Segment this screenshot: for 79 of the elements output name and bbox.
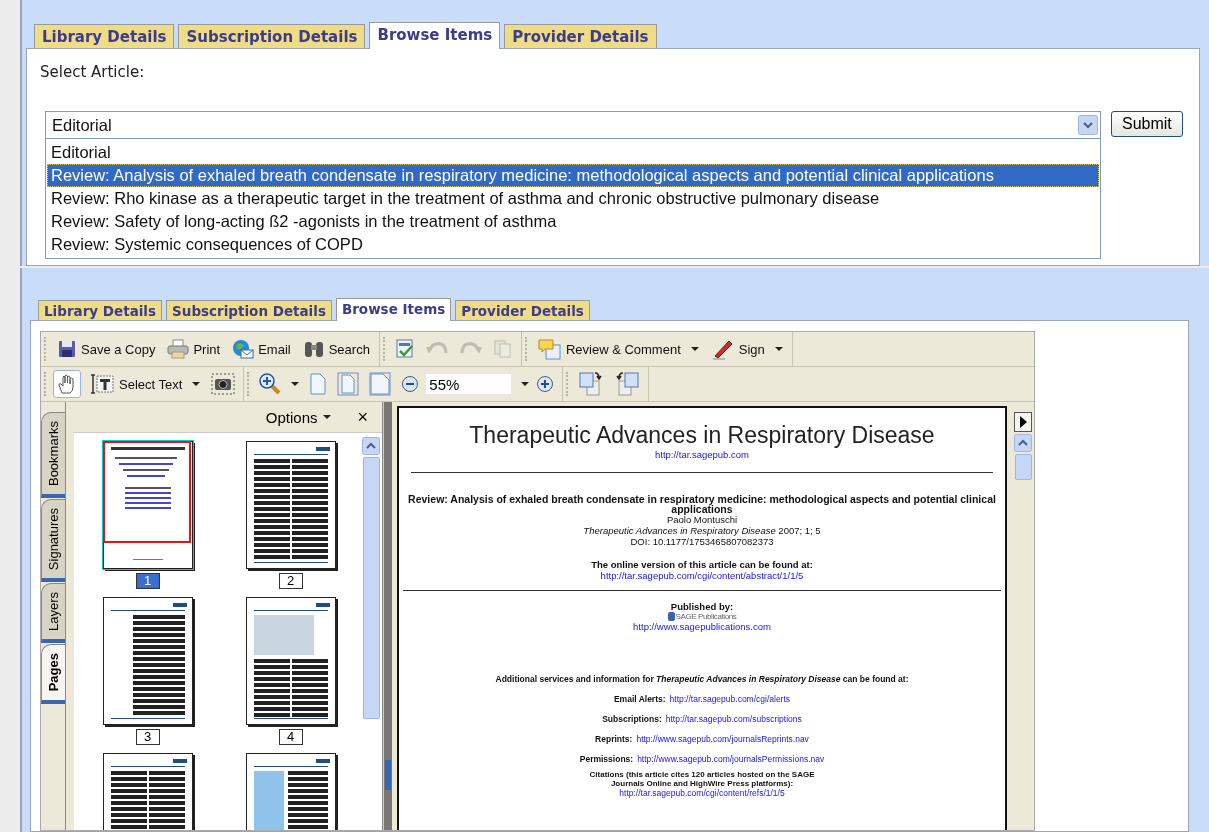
article-dropdown[interactable]: Editorial [45,111,1101,139]
citations-text: Citations (this article cites 120 articles hosted on the SAGE Journals Online and HighWire Press platforms): [588,770,816,788]
article-link[interactable]: http://tar.sagepub.com/cgi/content/abstract/1/1/5 [600,570,804,581]
tab[interactable]: Subscription Details [166,300,332,320]
search-button[interactable]: Search [298,336,374,362]
globe-envelope-icon [232,339,255,359]
side-tab[interactable]: Pages [41,644,65,704]
service-link[interactable]: http://www.sagepub.com/journalsPermissions.nav [637,754,825,764]
service-label: Permissions: [579,754,634,764]
caret-icon [291,382,300,386]
select-article-label: Select Article: [40,63,145,81]
page-thumbnail[interactable] [245,597,336,725]
scroll-up-icon[interactable] [1014,434,1032,452]
journal-link[interactable]: http://tar.sagepub.com [655,449,749,460]
email-button[interactable]: Email [228,336,295,362]
tab[interactable]: Provider Details [504,24,657,48]
right-arrow-button[interactable] [1014,412,1032,432]
side-tab[interactable]: Bookmarks [41,412,65,499]
scroll-thumb[interactable] [362,457,380,719]
citation-text: Therapeutic Advances in Respiratory Disease 2007; 1; 5 [583,525,821,536]
service-link[interactable]: http://tar.sagepub.com/subscriptions [665,714,802,724]
tab[interactable]: Library Details [38,300,163,320]
options-menu[interactable]: Options [265,408,332,426]
speech-bubble-icon [537,338,562,360]
magnifier-icon [259,373,282,395]
service-label: Email Alerts: [613,694,666,704]
dropdown-option[interactable]: Review: Rho kinase as a therapeutic target in the treatment of asthma and chronic obstructive pulmonary disease [47,187,1099,210]
page-number[interactable]: 4 [278,729,303,745]
dropdown-option[interactable]: Review: Safety of long-acting ß2 -agonists in the treatment of asthma [47,210,1099,233]
hand-tool-button[interactable] [53,370,81,398]
save-copy-button[interactable]: Save a Copy [53,336,160,362]
zoom-field[interactable]: 55% [426,374,512,394]
pen-icon [710,338,735,360]
dropdown-option[interactable]: Review: Systemic consequences of COPD [47,233,1099,256]
online-version-text: The online version of this article can be found at: [591,559,813,570]
page-thumbnail[interactable] [102,597,193,725]
published-by-text: Published by: [670,601,734,612]
scroll-up-icon[interactable] [362,437,380,455]
publisher-link[interactable]: http://www.sagepublications.com [633,621,771,632]
review-comment-button[interactable]: Review & Comment [533,335,703,363]
tab[interactable]: Browse Items [335,298,452,321]
page-number[interactable]: 3 [135,729,160,745]
tab[interactable]: Browse Items [369,22,501,49]
caret-icon [192,382,201,386]
caret-icon [774,347,783,351]
sign-button[interactable]: Sign [706,335,787,363]
journal-title: Therapeutic Advances in Respiratory Disease [469,422,935,449]
service-link[interactable]: http://tar.sagepub.com/cgi/alerts [669,694,791,704]
text-cursor-icon [89,373,115,395]
page-thumbnail[interactable] [245,441,336,569]
page-number[interactable]: 1 [135,573,160,589]
submit-button[interactable]: Submit [1111,111,1183,137]
dropdown-option[interactable]: Editorial [47,141,1099,164]
scroll-thumb[interactable] [1014,454,1032,480]
select-text-button[interactable]: Select Text [85,370,205,398]
printer-icon [167,339,190,359]
tab[interactable]: Subscription Details [178,24,366,48]
additional-services-text: Additional services and information for Therapeutic Advances in Respiratory Disease can be found at: [495,674,909,684]
service-label: Reprints: [595,734,633,744]
dropdown-option[interactable]: Review: Analysis of exhaled breath condensate in respiratory medicine: methodological aspects and potential clinical applications [47,164,1099,187]
print-button[interactable]: Print [163,336,225,362]
page-number[interactable]: 2 [278,573,303,589]
splitter-handle[interactable] [383,402,392,830]
page-thumbnail[interactable] [102,441,193,569]
binoculars-icon [302,339,325,359]
doi-text: DOI: 10.1177/1753465807082373 [630,536,774,547]
citations-link[interactable]: http://tar.sagepub.com/cgi/content/refs/1/1/5 [619,788,785,798]
tab[interactable]: Provider Details [455,300,590,320]
author-name: Paolo Montuschi [666,514,738,525]
publisher-logo: SAGE Publications [667,612,737,621]
tab[interactable]: Library Details [34,24,175,48]
caret-icon[interactable] [521,382,530,386]
service-label: Subscriptions: [602,714,662,724]
caret-icon [323,415,332,419]
side-tab[interactable]: Layers [41,583,65,644]
caret-icon [690,347,699,351]
close-button[interactable]: × [357,406,368,428]
service-link[interactable]: http://www.sagepub.com/journalsReprints.nav [636,734,809,744]
side-tab[interactable]: Signatures [41,499,65,583]
